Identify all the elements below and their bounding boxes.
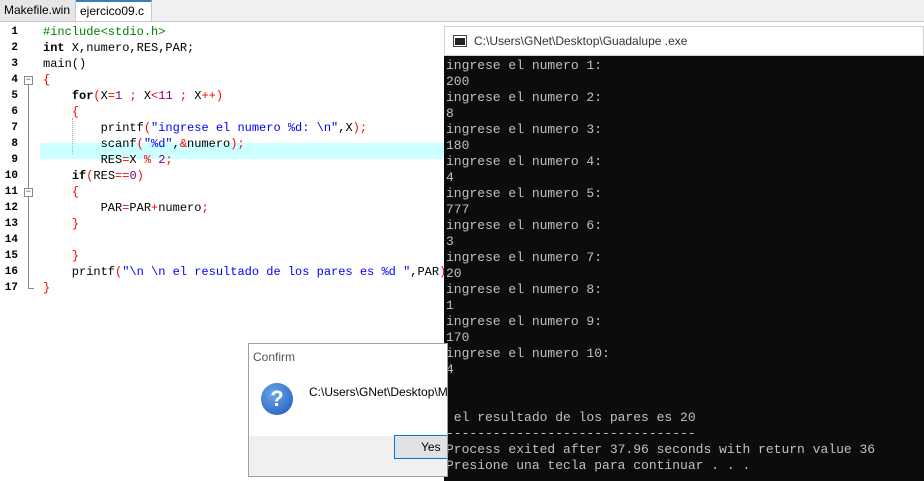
code-line-12: PAR=PAR+numero;: [43, 201, 209, 215]
line-number: 6: [11, 106, 18, 118]
line-number: 14: [4, 234, 18, 246]
console-line: 3: [446, 234, 454, 249]
console-line: ingrese el numero 5:: [446, 186, 603, 201]
line-number: 11: [4, 186, 18, 198]
line-number: 15: [4, 250, 18, 262]
console-line: 20: [446, 266, 462, 281]
code-line-9: RES=X % 2;: [43, 153, 173, 167]
confirm-dialog[interactable]: Confirm ? C:\Users\GNet\Desktop\M Yes: [248, 343, 448, 477]
console-line: ingrese el numero 10:: [446, 346, 610, 361]
console-exit-line: Process exited after 37.96 seconds with …: [446, 442, 876, 457]
code-line-11: {: [71, 185, 80, 199]
editor-tab-bar: Makefile.win ejercico09.c: [0, 0, 924, 22]
console-title-bar[interactable]: C:\Users\GNet\Desktop\Guadalupe .exe: [444, 26, 924, 56]
line-number: 8: [11, 138, 18, 150]
console-line: ingrese el numero 4:: [446, 154, 603, 169]
code-line-16: printf("\n \n el resultado de los pares …: [43, 265, 454, 279]
console-line: ingrese el numero 8:: [446, 282, 603, 297]
code-line-3: main(): [43, 57, 87, 71]
console-line: 4: [446, 170, 454, 185]
console-line: 170: [446, 330, 470, 345]
code-line-1: #include<stdio.h>: [43, 25, 166, 39]
yes-button[interactable]: Yes: [394, 435, 447, 459]
console-line: ingrese el numero 7:: [446, 250, 603, 265]
code-line-5: for(X=1 ; X<11 ; X++): [71, 89, 224, 103]
console-line: 180: [446, 138, 470, 153]
line-number: 2: [11, 42, 18, 54]
fold-guide: [28, 85, 29, 188]
console-line: 1: [446, 298, 454, 313]
line-number: 12: [4, 202, 18, 214]
line-number: 3: [11, 58, 18, 70]
code-line-10: if(RES==0): [71, 169, 144, 183]
console-line: ingrese el numero 3:: [446, 122, 603, 137]
console-line: ingrese el numero 2:: [446, 90, 603, 105]
console-line: 200: [446, 74, 470, 89]
dialog-message: C:\Users\GNet\Desktop\M: [309, 385, 448, 399]
console-title: C:\Users\GNet\Desktop\Guadalupe .exe: [474, 34, 688, 48]
line-number: 16: [4, 266, 18, 278]
console-app-icon: [453, 35, 467, 47]
line-number: 5: [11, 90, 18, 102]
fold-guide: [28, 197, 29, 288]
line-number: 1: [11, 26, 18, 38]
code-line-7: printf("ingrese el numero %d: \n",X);: [43, 121, 368, 135]
console-line: 777: [446, 202, 470, 217]
line-number-gutter: 1 2 3 4 5 6 7 8 9 10 11 12 13 14 15 16 1…: [0, 22, 40, 481]
code-line-17: }: [43, 281, 51, 295]
fold-toggle-icon[interactable]: −: [24, 188, 33, 197]
tab-ejercico09[interactable]: ejercico09.c: [76, 0, 152, 21]
fold-toggle-icon[interactable]: −: [24, 76, 33, 85]
console-window[interactable]: C:\Users\GNet\Desktop\Guadalupe .exe ing…: [444, 26, 924, 481]
console-result-line: el resultado de los pares es 20: [446, 410, 696, 425]
line-number: 7: [11, 122, 18, 134]
line-number: 17: [4, 282, 18, 294]
code-line-2: int X,numero,RES,PAR;: [43, 41, 195, 55]
line-number: 10: [4, 170, 18, 182]
console-line: ingrese el numero 6:: [446, 218, 603, 233]
line-number: 4: [11, 74, 18, 86]
console-line: 8: [446, 106, 454, 121]
question-icon: ?: [261, 383, 293, 415]
console-line: ingrese el numero 1:: [446, 58, 603, 73]
code-line-4: {: [43, 73, 51, 87]
code-line-8: scanf("%d",&numero);: [43, 137, 245, 151]
code-line-13: }: [71, 217, 80, 231]
code-line-6: {: [71, 105, 80, 119]
fold-end: [28, 288, 34, 289]
dialog-title-bar[interactable]: Confirm: [249, 344, 447, 370]
code-line-15: }: [71, 249, 80, 263]
console-line: ingrese el numero 9:: [446, 314, 603, 329]
line-number: 9: [11, 154, 18, 166]
dialog-title: Confirm: [253, 350, 296, 364]
tab-makefile[interactable]: Makefile.win: [0, 0, 76, 21]
console-prompt-line: Presione una tecla para continuar . . .: [446, 458, 751, 473]
line-number: 13: [4, 218, 18, 230]
console-separator: --------------------------------: [446, 426, 696, 441]
